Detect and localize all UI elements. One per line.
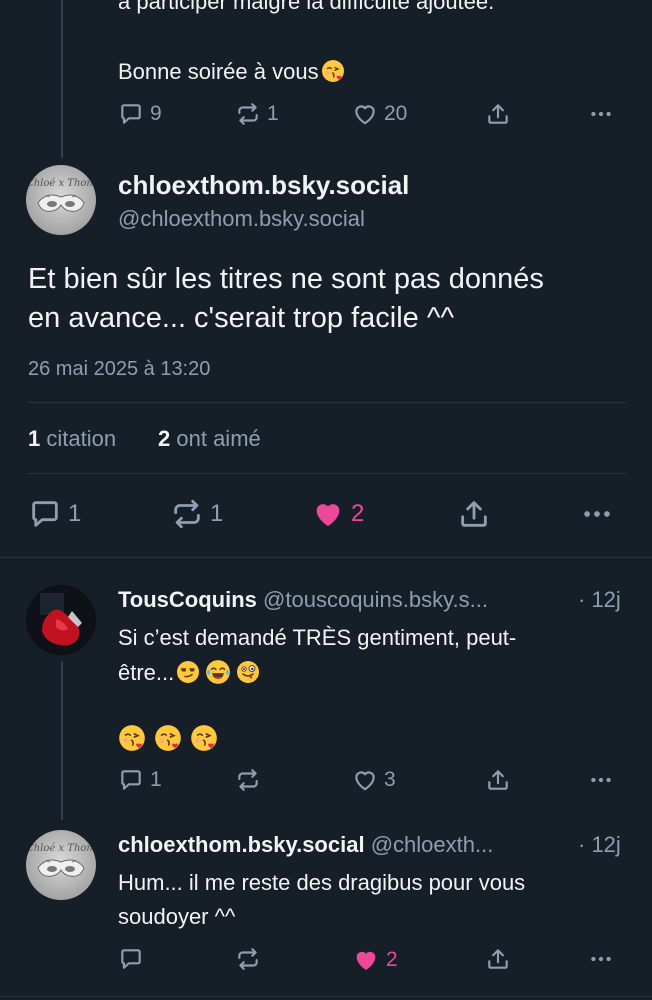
- masquerade-mask-icon: [37, 194, 85, 212]
- reply1-emoji-line: [118, 724, 218, 752]
- likes-stat[interactable]: 2 ont aimé: [158, 425, 261, 453]
- wink-tongue-emoji-icon: [236, 660, 260, 684]
- reply1-header: TousCoquins @touscoquins.bsky.s...: [118, 586, 488, 614]
- reply1-reply-button[interactable]: 1: [118, 767, 162, 793]
- quotes-count: 1: [28, 426, 41, 451]
- post-text-line2: en avance... c'serait trop facile ^^: [28, 302, 455, 334]
- heart-filled-icon: [311, 497, 345, 531]
- top-post-like-button[interactable]: 20: [352, 101, 407, 127]
- top-post-reply-count: 9: [150, 102, 162, 125]
- reply2-more-button[interactable]: [588, 946, 614, 972]
- reply2-age[interactable]: · 12j: [578, 831, 621, 859]
- heart-icon: [352, 767, 378, 793]
- more-icon: [588, 946, 614, 972]
- reply1-reply-count: 1: [150, 768, 162, 791]
- top-post-repost-button[interactable]: 1: [235, 101, 279, 127]
- repost-icon: [235, 946, 261, 972]
- thread-line-reply: [61, 662, 63, 820]
- divider: [28, 473, 626, 474]
- top-post-share-button[interactable]: [485, 101, 511, 127]
- repost-button[interactable]: 1: [170, 497, 223, 531]
- reply1-like-button[interactable]: 3: [352, 767, 396, 793]
- heart-filled-icon: [352, 946, 380, 974]
- quotes-stat[interactable]: 1 citation: [28, 425, 116, 453]
- share-icon: [485, 767, 511, 793]
- avatar[interactable]: Chloé x Thom: [26, 830, 96, 900]
- kiss-emoji-icon: [190, 724, 218, 752]
- share-icon: [457, 497, 491, 531]
- post-timestamp[interactable]: 26 mai 2025 à 13:20: [28, 356, 210, 382]
- kiss-emoji-icon: [321, 59, 345, 83]
- reply1-share-button[interactable]: [485, 767, 511, 793]
- quotes-label: citation: [46, 426, 117, 451]
- divider: [0, 557, 652, 558]
- reply2-text-line1: Hum... il me reste des dragibus pour vou…: [118, 870, 526, 895]
- avatar[interactable]: [26, 585, 96, 655]
- more-icon: [588, 767, 614, 793]
- top-post-greeting: Bonne soirée à vous: [118, 59, 319, 84]
- top-post-more-button[interactable]: [588, 101, 614, 127]
- more-icon: [580, 497, 614, 531]
- more-button[interactable]: [580, 497, 614, 531]
- repost-icon: [170, 497, 204, 531]
- kiss-emoji-icon: [154, 724, 182, 752]
- reply2-display-name[interactable]: chloexthom.bsky.social: [118, 832, 365, 857]
- reply-button[interactable]: 1: [28, 497, 81, 531]
- share-button[interactable]: [457, 497, 491, 531]
- author-display-name[interactable]: chloexthom.bsky.social: [118, 170, 409, 200]
- reply1-display-name[interactable]: TousCoquins: [118, 587, 257, 612]
- like-button[interactable]: 2: [311, 497, 364, 531]
- post-text-line1: Et bien sûr les titres ne sont pas donné…: [28, 263, 544, 295]
- reply2-header: chloexthom.bsky.social @chloexth...: [118, 831, 493, 859]
- joy-emoji-icon: [205, 659, 231, 685]
- reply2-like-button[interactable]: 2: [352, 946, 398, 974]
- reply-icon: [118, 101, 144, 127]
- repost-icon: [235, 767, 261, 793]
- reply1-text-line2: être...: [118, 659, 260, 687]
- divider: [28, 402, 626, 403]
- reply-icon: [28, 497, 62, 531]
- reply2-like-count: 2: [386, 948, 398, 971]
- reply2-reply-button[interactable]: [118, 946, 144, 972]
- reply2-handle[interactable]: @chloexth...: [371, 832, 494, 857]
- reply-icon: [118, 946, 144, 972]
- reply2-text-line2: soudoyer ^^: [118, 904, 236, 929]
- reply2-share-button[interactable]: [485, 946, 511, 972]
- heart-icon: [352, 101, 378, 127]
- reply-icon: [118, 767, 144, 793]
- thread-line-top: [61, 0, 63, 158]
- likes-count: 2: [158, 426, 171, 451]
- top-post-reply-button[interactable]: 9: [118, 101, 162, 127]
- likes-label: ont aimé: [176, 426, 261, 451]
- reply1-handle[interactable]: @touscoquins.bsky.s...: [263, 587, 488, 612]
- red-dress-photo-icon: [26, 585, 96, 655]
- like-count: 2: [351, 500, 365, 527]
- repost-count: 1: [210, 500, 224, 527]
- share-icon: [485, 946, 511, 972]
- reply1-like-count: 3: [384, 768, 396, 791]
- reply1-text-line1: Si c’est demandé TRÈS gentiment, peut-: [118, 625, 517, 650]
- masquerade-mask-icon: [37, 859, 85, 877]
- repost-icon: [235, 101, 261, 127]
- avatar[interactable]: Chloé x Thom: [26, 165, 96, 235]
- reply1-text-line2-text: être...: [118, 660, 175, 685]
- kiss-emoji-icon: [118, 724, 146, 752]
- top-post-repost-count: 1: [267, 102, 279, 125]
- top-post-text-line2: Bonne soirée à vous: [118, 58, 345, 86]
- reply2-repost-button[interactable]: [235, 946, 261, 972]
- divider: [0, 996, 652, 997]
- author-handle[interactable]: @chloexthom.bsky.social: [118, 205, 365, 233]
- reply1-age[interactable]: · 12j: [578, 586, 621, 614]
- share-icon: [485, 101, 511, 127]
- top-post-like-count: 20: [384, 102, 408, 125]
- top-post-text-line1: à participer malgré la difficulté ajouté…: [118, 0, 495, 14]
- more-icon: [588, 101, 614, 127]
- smirk-emoji-icon: [176, 660, 200, 684]
- reply-count: 1: [68, 500, 82, 527]
- reply1-repost-button[interactable]: [235, 767, 261, 793]
- reply1-more-button[interactable]: [588, 767, 614, 793]
